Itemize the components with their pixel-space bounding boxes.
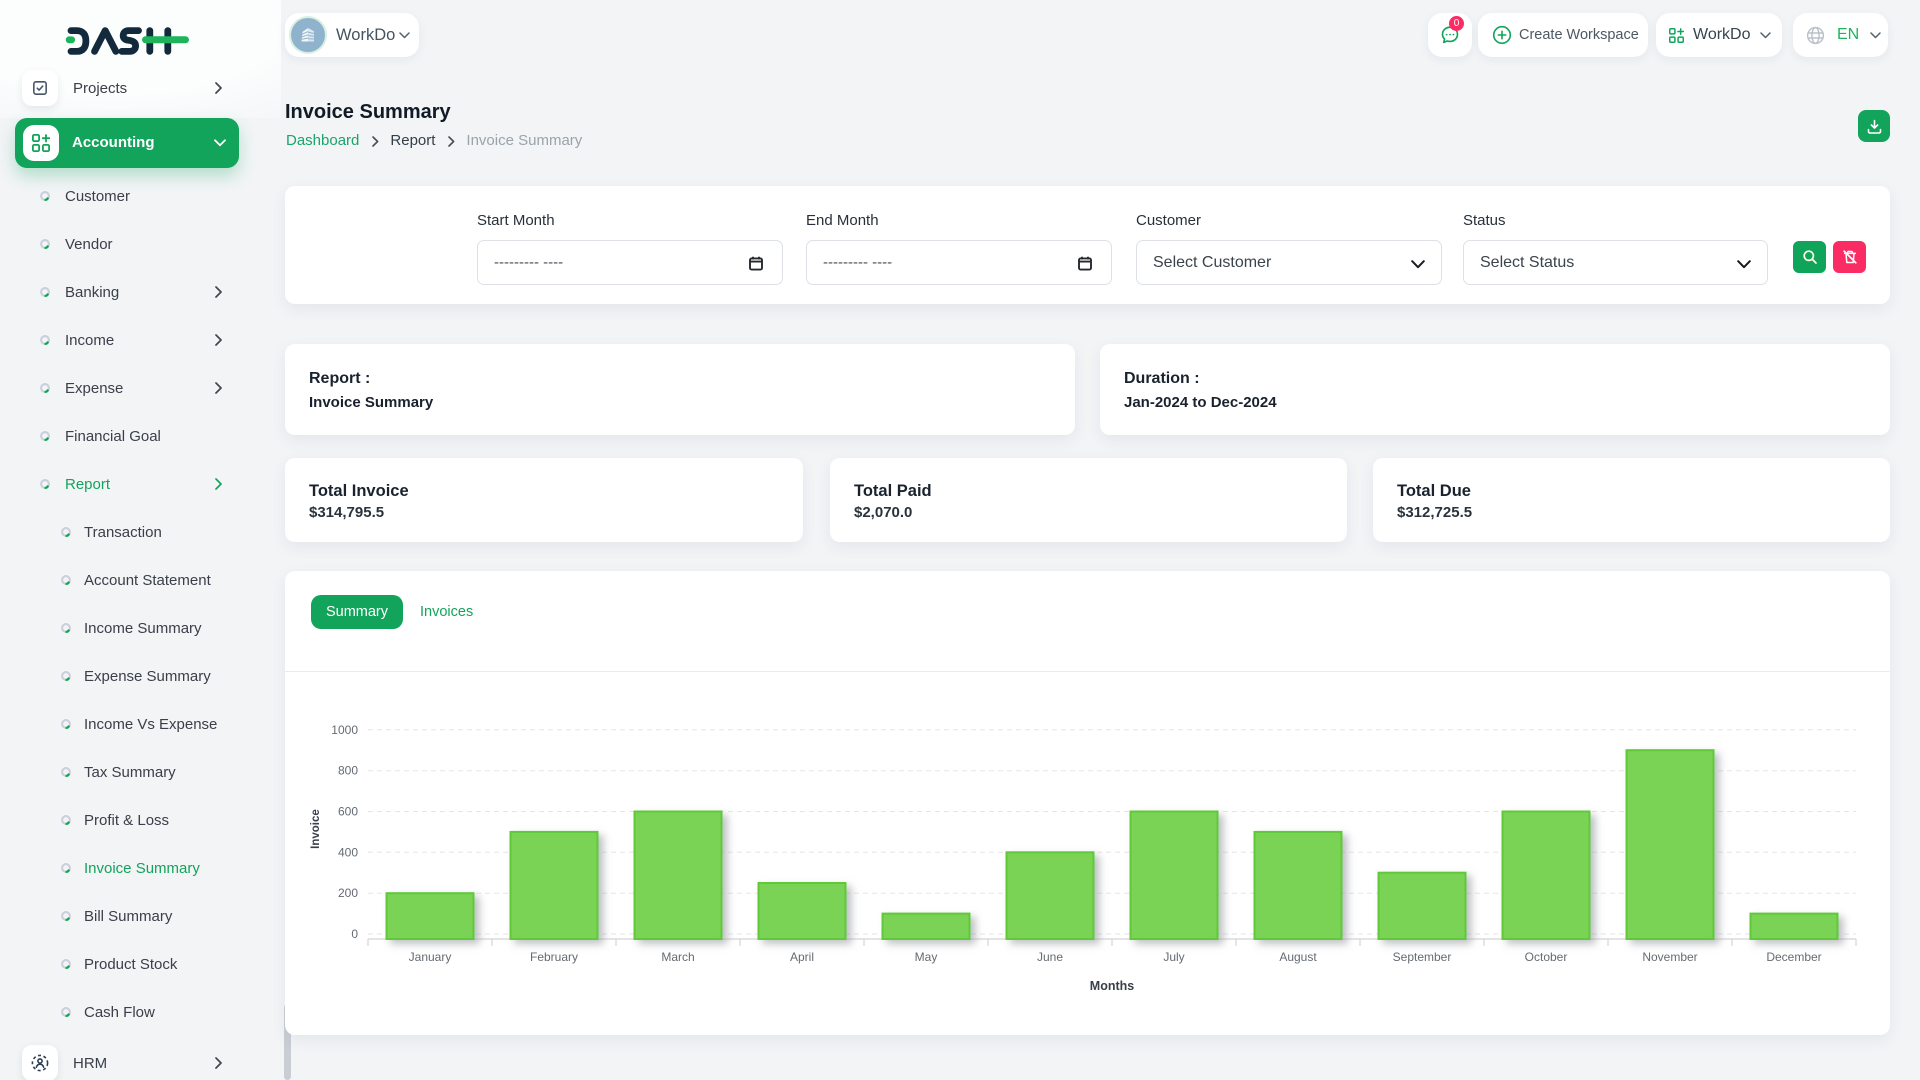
svg-text:July: July bbox=[1163, 950, 1184, 964]
svg-text:May: May bbox=[915, 950, 938, 964]
svg-text:October: October bbox=[1525, 950, 1568, 964]
svg-text:January: January bbox=[409, 950, 452, 964]
svg-text:April: April bbox=[790, 950, 814, 964]
svg-text:Invoice: Invoice bbox=[310, 809, 322, 849]
svg-text:March: March bbox=[661, 950, 694, 964]
svg-text:February: February bbox=[530, 950, 578, 964]
svg-text:400: 400 bbox=[338, 845, 358, 859]
svg-text:June: June bbox=[1037, 950, 1063, 964]
svg-text:1000: 1000 bbox=[331, 723, 358, 737]
svg-text:December: December bbox=[1766, 950, 1821, 964]
svg-text:September: September bbox=[1393, 950, 1452, 964]
svg-text:Months: Months bbox=[1090, 979, 1134, 993]
svg-text:0: 0 bbox=[351, 927, 358, 941]
svg-text:August: August bbox=[1279, 950, 1317, 964]
svg-text:600: 600 bbox=[338, 805, 358, 819]
svg-text:November: November bbox=[1642, 950, 1697, 964]
svg-text:200: 200 bbox=[338, 886, 358, 900]
svg-text:800: 800 bbox=[338, 764, 358, 778]
